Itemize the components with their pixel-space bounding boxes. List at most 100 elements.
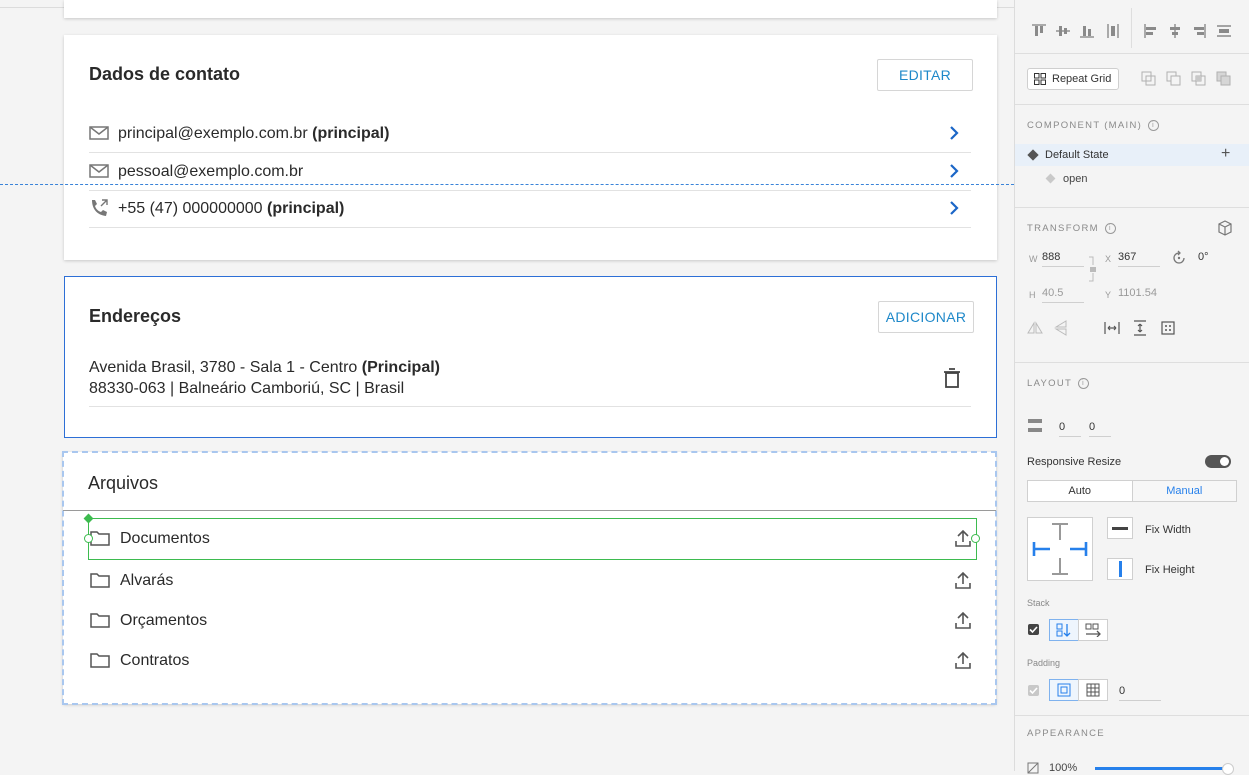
state-open[interactable]: open <box>1015 168 1249 190</box>
distribute-height-icon[interactable] <box>1132 320 1148 336</box>
appearance-section-title: APPEARANCE <box>1027 728 1105 739</box>
contact-row-email-main[interactable]: principal@exemplo.com.br (principal) <box>89 115 971 153</box>
repeat-grid-button[interactable]: Repeat Grid <box>1027 68 1119 90</box>
folder-name: Alvarás <box>120 572 174 589</box>
upload-icon[interactable] <box>954 650 972 670</box>
component-section-title: COMPONENT (MAIN) i <box>1027 120 1160 131</box>
padding-checkbox[interactable] <box>1028 685 1039 696</box>
files-title: Arquivos <box>88 473 159 493</box>
check-icon <box>1029 626 1038 634</box>
contact-row-phone[interactable]: +55 (47) 000000000 (principal) <box>89 190 971 228</box>
panel-divider <box>1015 53 1249 54</box>
layout-value-2[interactable]: 0 <box>1089 421 1111 437</box>
folder-name: Contratos <box>120 652 190 669</box>
boolean-intersect-icon[interactable] <box>1191 71 1207 87</box>
padding-individual-button[interactable] <box>1078 679 1108 701</box>
diamond-icon <box>1045 173 1056 184</box>
layout-section-title: LAYOUT i <box>1027 378 1090 389</box>
folder-row[interactable]: Alvarás <box>88 561 974 601</box>
rotation-field[interactable]: 0° <box>1198 251 1232 266</box>
auto-tab[interactable]: Auto <box>1028 481 1132 501</box>
distribute-width-icon[interactable] <box>1104 320 1120 336</box>
fix-height-icon <box>1118 561 1122 577</box>
cube-3d-icon[interactable] <box>1217 220 1233 236</box>
responsive-resize-toggle[interactable] <box>1205 455 1231 468</box>
resize-mode-segmented[interactable]: Auto Manual <box>1027 480 1237 502</box>
folder-row[interactable]: Orçamentos <box>88 601 974 641</box>
height-field[interactable]: 40.5 <box>1042 287 1084 303</box>
align-top-icon[interactable] <box>1031 23 1047 39</box>
chevron-right-icon[interactable] <box>947 124 961 142</box>
contact-row-email-personal[interactable]: pessoal@exemplo.com.br <box>89 153 971 191</box>
align-left-icon[interactable] <box>1143 23 1159 39</box>
y-field[interactable]: 1101.54 <box>1118 287 1174 302</box>
stack-vertical-button[interactable] <box>1049 619 1079 641</box>
chevron-right-icon[interactable] <box>947 199 961 217</box>
files-card[interactable]: Arquivos Documentos Alvarás Orçamentos C… <box>62 451 997 705</box>
flip-vertical-icon[interactable] <box>1053 320 1069 336</box>
manual-tab[interactable]: Manual <box>1131 481 1236 501</box>
fix-height-button[interactable] <box>1107 558 1133 580</box>
address-line-1: Avenida Brasil, 3780 - Sala 1 - Centro (… <box>89 359 440 376</box>
grid-icon <box>1034 73 1046 85</box>
repeat-grid-label: Repeat Grid <box>1052 73 1112 85</box>
flip-horizontal-icon[interactable] <box>1027 320 1043 336</box>
boolean-exclude-icon[interactable] <box>1216 71 1232 87</box>
boolean-subtract-icon[interactable] <box>1166 71 1182 87</box>
upload-icon[interactable] <box>954 610 972 630</box>
chevron-right-icon[interactable] <box>947 162 961 180</box>
height-label: H <box>1029 290 1036 300</box>
stack-label: Stack <box>1027 598 1050 608</box>
state-open-label: open <box>1063 173 1088 185</box>
opacity-slider[interactable] <box>1095 767 1225 770</box>
property-inspector: Repeat Grid COMPONENT (MAIN) i Default St… <box>1014 0 1249 775</box>
boolean-add-icon[interactable] <box>1141 71 1157 87</box>
stack-horizontal-button[interactable] <box>1078 619 1108 641</box>
contact-title: Dados de contato <box>89 64 241 84</box>
add-state-icon[interactable]: + <box>1221 145 1230 163</box>
info-icon: i <box>1148 120 1160 131</box>
pin-constraints-icon <box>1032 523 1088 575</box>
contact-row-label: principal@exemplo.com.br (principal) <box>118 125 390 142</box>
selection-resize-handle-right[interactable] <box>971 534 980 543</box>
address-divider <box>89 406 971 407</box>
edit-button[interactable]: EDITAR <box>877 59 973 91</box>
distribute-vertical-icon[interactable] <box>1105 23 1121 39</box>
selection-resize-handle-left[interactable] <box>84 534 93 543</box>
opacity-value[interactable]: 100% <box>1049 762 1077 774</box>
width-field[interactable]: 888 <box>1042 251 1084 267</box>
position-center-icon[interactable] <box>1160 320 1176 336</box>
rotate-icon[interactable] <box>1171 250 1187 266</box>
fix-width-label: Fix Width <box>1145 524 1191 536</box>
selection-bounding-box[interactable] <box>88 518 977 560</box>
add-address-button[interactable]: ADICIONAR <box>878 301 974 333</box>
align-right-icon[interactable] <box>1191 23 1207 39</box>
opacity-icon <box>1027 762 1039 774</box>
guide-dotted-line <box>0 184 1014 185</box>
panel-divider <box>1015 207 1249 208</box>
addresses-card[interactable]: Endereços ADICIONAR Avenida Brasil, 3780… <box>64 276 997 438</box>
state-default[interactable]: Default State + <box>1015 144 1249 166</box>
padding-uniform-button[interactable] <box>1049 679 1079 701</box>
stack-checkbox[interactable] <box>1028 624 1039 635</box>
opacity-slider-thumb[interactable] <box>1222 763 1234 775</box>
mail-icon <box>89 164 109 178</box>
previous-card <box>64 0 997 18</box>
align-middle-icon[interactable] <box>1055 23 1071 39</box>
phone-icon <box>92 199 108 216</box>
layout-value-1[interactable]: 0 <box>1059 421 1081 437</box>
upload-icon[interactable] <box>954 570 972 590</box>
fix-width-button[interactable] <box>1107 517 1133 539</box>
align-bottom-icon[interactable] <box>1079 23 1095 39</box>
state-default-label: Default State <box>1045 149 1109 161</box>
lock-aspect-icon[interactable] <box>1087 256 1099 282</box>
distribute-horizontal-icon[interactable] <box>1216 23 1232 39</box>
folder-row[interactable]: Contratos <box>88 641 974 681</box>
artboard-canvas: Dados de contato EDITAR principal@exempl… <box>0 0 1014 771</box>
padding-field[interactable]: 0 <box>1119 685 1161 701</box>
trash-icon[interactable] <box>943 368 961 388</box>
constraints-widget[interactable] <box>1027 517 1093 581</box>
contact-card[interactable]: Dados de contato EDITAR principal@exempl… <box>64 35 997 260</box>
x-field[interactable]: 367 <box>1118 251 1160 267</box>
align-center-icon[interactable] <box>1167 23 1183 39</box>
